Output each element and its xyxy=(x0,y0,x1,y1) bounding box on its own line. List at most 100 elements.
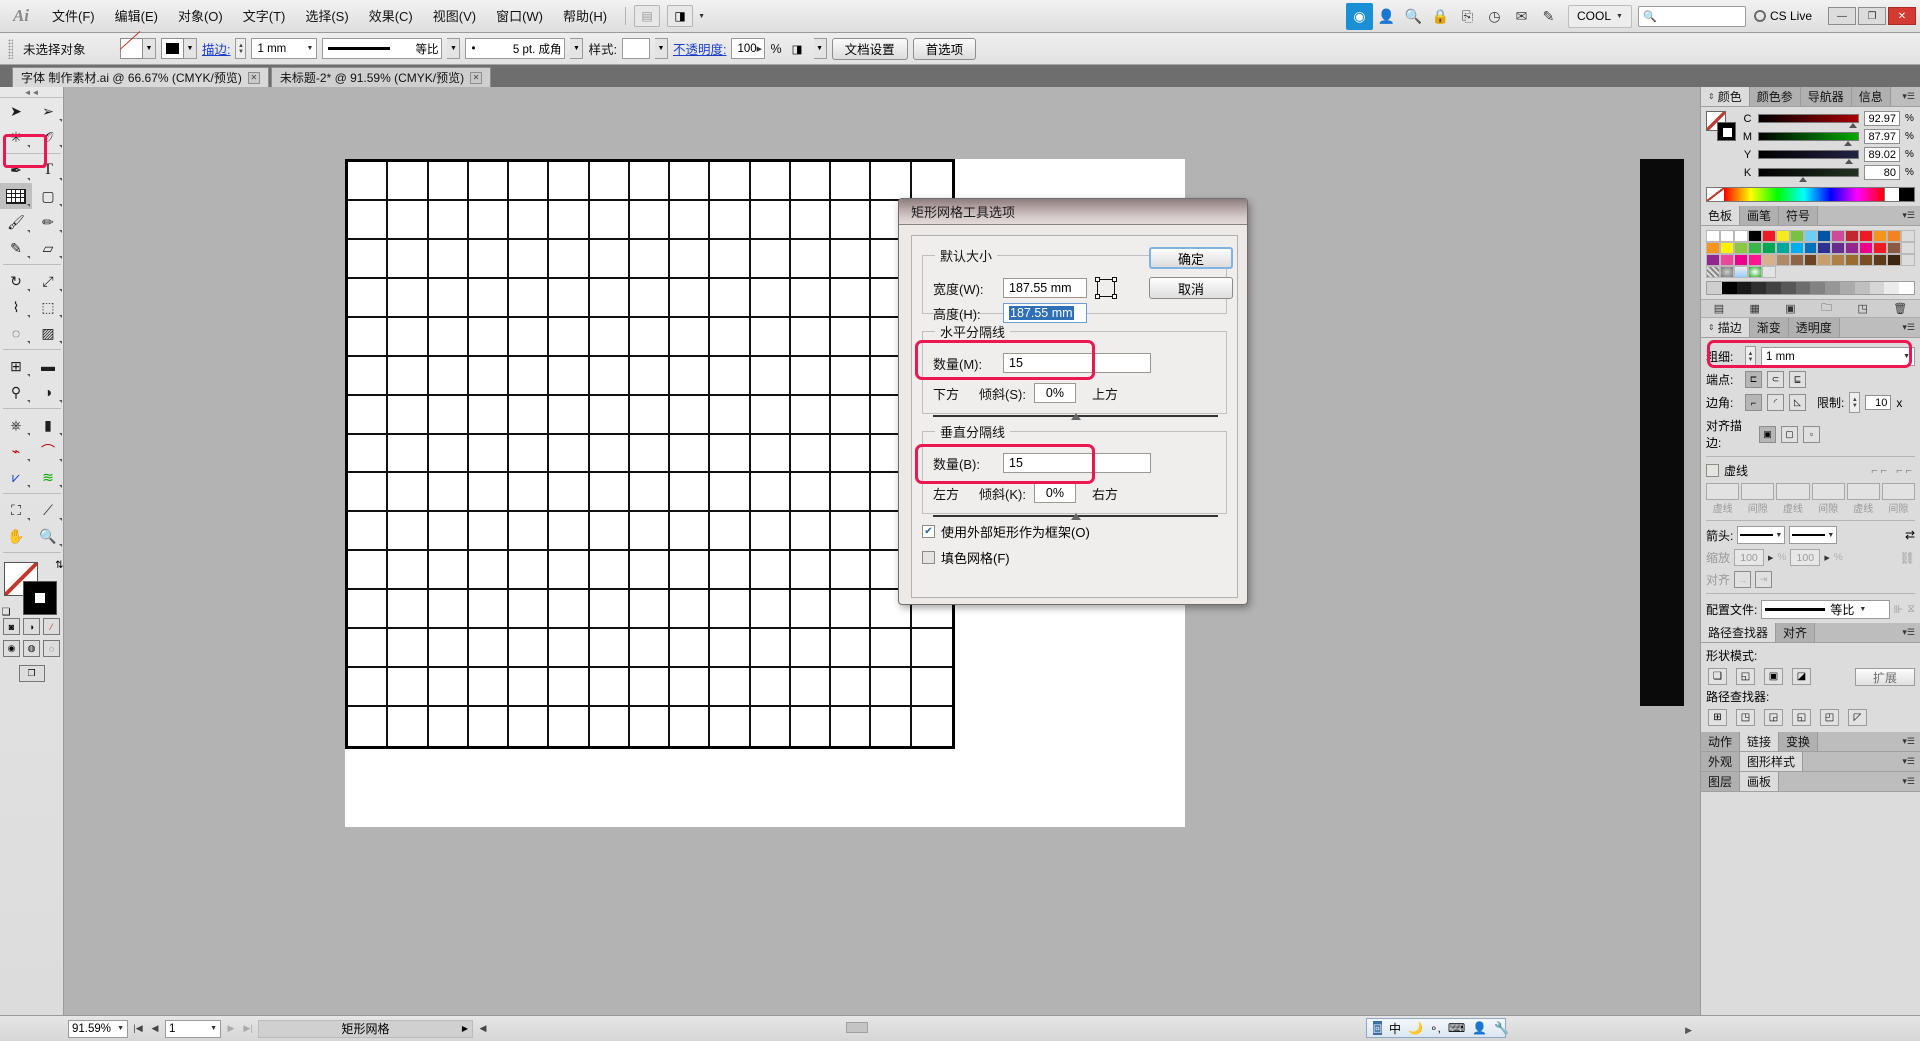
h-skew-input[interactable]: 0% xyxy=(1034,383,1076,403)
panel-menu-icon[interactable]: ▾☰ xyxy=(1897,206,1920,225)
swatch[interactable] xyxy=(1804,230,1818,242)
tab-pathfinder[interactable]: 路径查找器 xyxy=(1701,623,1776,642)
swatch[interactable] xyxy=(1776,254,1790,266)
swatch[interactable] xyxy=(1870,282,1885,294)
minus-front-icon[interactable]: ◱ xyxy=(1736,668,1755,685)
selection-tool[interactable]: ➤ xyxy=(0,98,32,124)
ime-user-icon[interactable]: 👤 xyxy=(1472,1021,1487,1035)
bridge-icon[interactable]: ▤ xyxy=(634,5,660,27)
swatch[interactable] xyxy=(1804,254,1818,266)
swatch[interactable] xyxy=(1817,242,1831,254)
menu-object[interactable]: 对象(O) xyxy=(168,0,233,33)
paintbrush-tool[interactable]: 🖌 xyxy=(0,209,32,235)
gradient-swatch[interactable] xyxy=(1720,266,1734,278)
document-tab[interactable]: 字体 制作素材.ai @ 66.67% (CMYK/预览) ✕ xyxy=(12,67,269,87)
gap-input[interactable] xyxy=(1812,483,1845,500)
chevron-down-icon[interactable]: ▼ xyxy=(698,13,705,20)
arc-tool[interactable]: ≋ xyxy=(32,464,64,490)
white-swatch[interactable] xyxy=(1884,188,1899,201)
none-swatch[interactable] xyxy=(1706,230,1720,242)
swatch[interactable] xyxy=(1766,282,1781,294)
trim-icon[interactable]: ◳ xyxy=(1736,709,1755,726)
swatch[interactable] xyxy=(1720,254,1734,266)
document-tab[interactable]: 未标题-2* @ 91.59% (CMYK/预览) ✕ xyxy=(271,67,491,87)
v-skew-input[interactable]: 0% xyxy=(1034,483,1076,503)
tab-align[interactable]: 对齐 xyxy=(1776,623,1815,642)
align-outside-icon[interactable]: ▫ xyxy=(1803,426,1820,443)
scale-start-input[interactable]: 100 xyxy=(1734,549,1764,566)
swatch[interactable] xyxy=(1796,282,1811,294)
ime-toolbar[interactable]: 回 中 🌙 ∘, ⌨ 👤 🔧 xyxy=(1366,1018,1506,1038)
ime-keyboard-icon[interactable]: ⌨ xyxy=(1448,1021,1465,1035)
width-input[interactable]: 187.55 mm xyxy=(1003,278,1087,298)
history-icon[interactable]: ◷ xyxy=(1481,3,1508,30)
close-icon[interactable]: ✕ xyxy=(248,72,260,84)
preferences-button[interactable]: 首选项 xyxy=(913,38,977,60)
slice-tool[interactable]: ⟋ xyxy=(32,497,64,523)
pen-icon[interactable]: ✎ xyxy=(1535,3,1562,30)
expand-button[interactable]: 扩展 xyxy=(1855,668,1915,686)
minus-back-icon[interactable]: ◸ xyxy=(1848,709,1867,726)
place-arrow-icon[interactable]: ⇥ xyxy=(1755,571,1772,588)
swatch[interactable] xyxy=(1831,230,1845,242)
type-tool[interactable]: T xyxy=(32,157,64,183)
intersect-icon[interactable]: ▣ xyxy=(1764,668,1783,685)
menu-effect[interactable]: 效果(C) xyxy=(359,0,423,33)
swatch[interactable] xyxy=(1859,242,1873,254)
fill-grid-row[interactable]: 填色网格(F) xyxy=(922,548,1227,567)
swap-arrowheads-icon[interactable]: ⇄ xyxy=(1905,528,1915,542)
dash-input[interactable] xyxy=(1706,483,1739,500)
swatch[interactable] xyxy=(1899,282,1914,294)
default-fill-stroke-icon[interactable]: ❏ xyxy=(2,607,11,618)
rectangular-grid-tool[interactable] xyxy=(0,183,32,209)
pattern-swatch[interactable] xyxy=(1762,266,1776,278)
swatch[interactable] xyxy=(1762,242,1776,254)
projecting-cap-icon[interactable]: ⊑ xyxy=(1789,371,1806,388)
scrollbar-thumb[interactable] xyxy=(846,1022,868,1033)
tab-symbols[interactable]: 符号 xyxy=(1779,206,1818,225)
swatch[interactable] xyxy=(1825,282,1840,294)
swatch[interactable] xyxy=(1859,230,1873,242)
swatch[interactable] xyxy=(1887,230,1901,242)
exclude-icon[interactable]: ◪ xyxy=(1792,668,1811,685)
tab-gradient[interactable]: 渐变 xyxy=(1750,318,1789,337)
scroll-right-button[interactable]: ▶ xyxy=(1685,1025,1692,1036)
stroke-swatch[interactable] xyxy=(161,38,184,59)
swatch[interactable] xyxy=(1748,242,1762,254)
blob-brush-tool[interactable]: ✎ xyxy=(0,235,32,261)
direct-selection-tool[interactable]: ➢ xyxy=(32,98,64,124)
flip-along-icon[interactable]: ⧖ xyxy=(1907,603,1915,616)
eyedropper-tool[interactable]: ⚲ xyxy=(0,379,32,405)
width-tool[interactable]: ⌇ xyxy=(0,294,32,320)
ime-language-label[interactable]: 中 xyxy=(1389,1020,1401,1037)
cyan-value[interactable]: 92.97 xyxy=(1864,111,1900,126)
chevron-right-icon[interactable]: ▶ xyxy=(1824,554,1829,562)
swatch[interactable] xyxy=(1734,230,1748,242)
swatch[interactable] xyxy=(1859,254,1873,266)
swatch[interactable] xyxy=(1781,282,1796,294)
h-skew-slider[interactable] xyxy=(933,415,1218,417)
stroke-swatch[interactable] xyxy=(23,581,57,615)
v-skew-slider[interactable] xyxy=(933,515,1218,517)
scroll-track[interactable] xyxy=(1901,242,1915,254)
tab-color-guide[interactable]: 颜色参 xyxy=(1750,87,1801,106)
stroke-weight-dropdown[interactable]: 1 mm ▼ xyxy=(251,38,317,59)
swatch[interactable] xyxy=(1840,282,1855,294)
reference-point-icon[interactable] xyxy=(1095,277,1117,299)
column-graph-tool[interactable]: ▮ xyxy=(32,412,64,438)
panel-menu-icon[interactable]: ▾☰ xyxy=(1897,623,1920,642)
chevron-down-icon[interactable]: ▼ xyxy=(143,38,156,59)
opacity-mask-icon[interactable]: ◨ xyxy=(787,38,809,59)
swatch[interactable] xyxy=(1873,254,1887,266)
scroll-track[interactable] xyxy=(1901,254,1915,266)
chevron-down-icon[interactable]: ▼ xyxy=(655,38,668,59)
pen-tool[interactable]: ✒ xyxy=(0,157,32,183)
registration-swatch[interactable] xyxy=(1720,230,1734,242)
dash-input[interactable] xyxy=(1847,483,1880,500)
lasso-tool[interactable]: 𝒪 xyxy=(32,124,64,150)
use-outside-rect-checkbox[interactable]: ✔ xyxy=(922,525,935,538)
weight-stepper[interactable]: ▲▼ xyxy=(1745,346,1756,367)
cs-live-button[interactable]: CS Live xyxy=(1746,9,1820,23)
swap-fill-stroke-icon[interactable]: ⇅ xyxy=(55,560,63,571)
swatch[interactable] xyxy=(1706,254,1720,266)
